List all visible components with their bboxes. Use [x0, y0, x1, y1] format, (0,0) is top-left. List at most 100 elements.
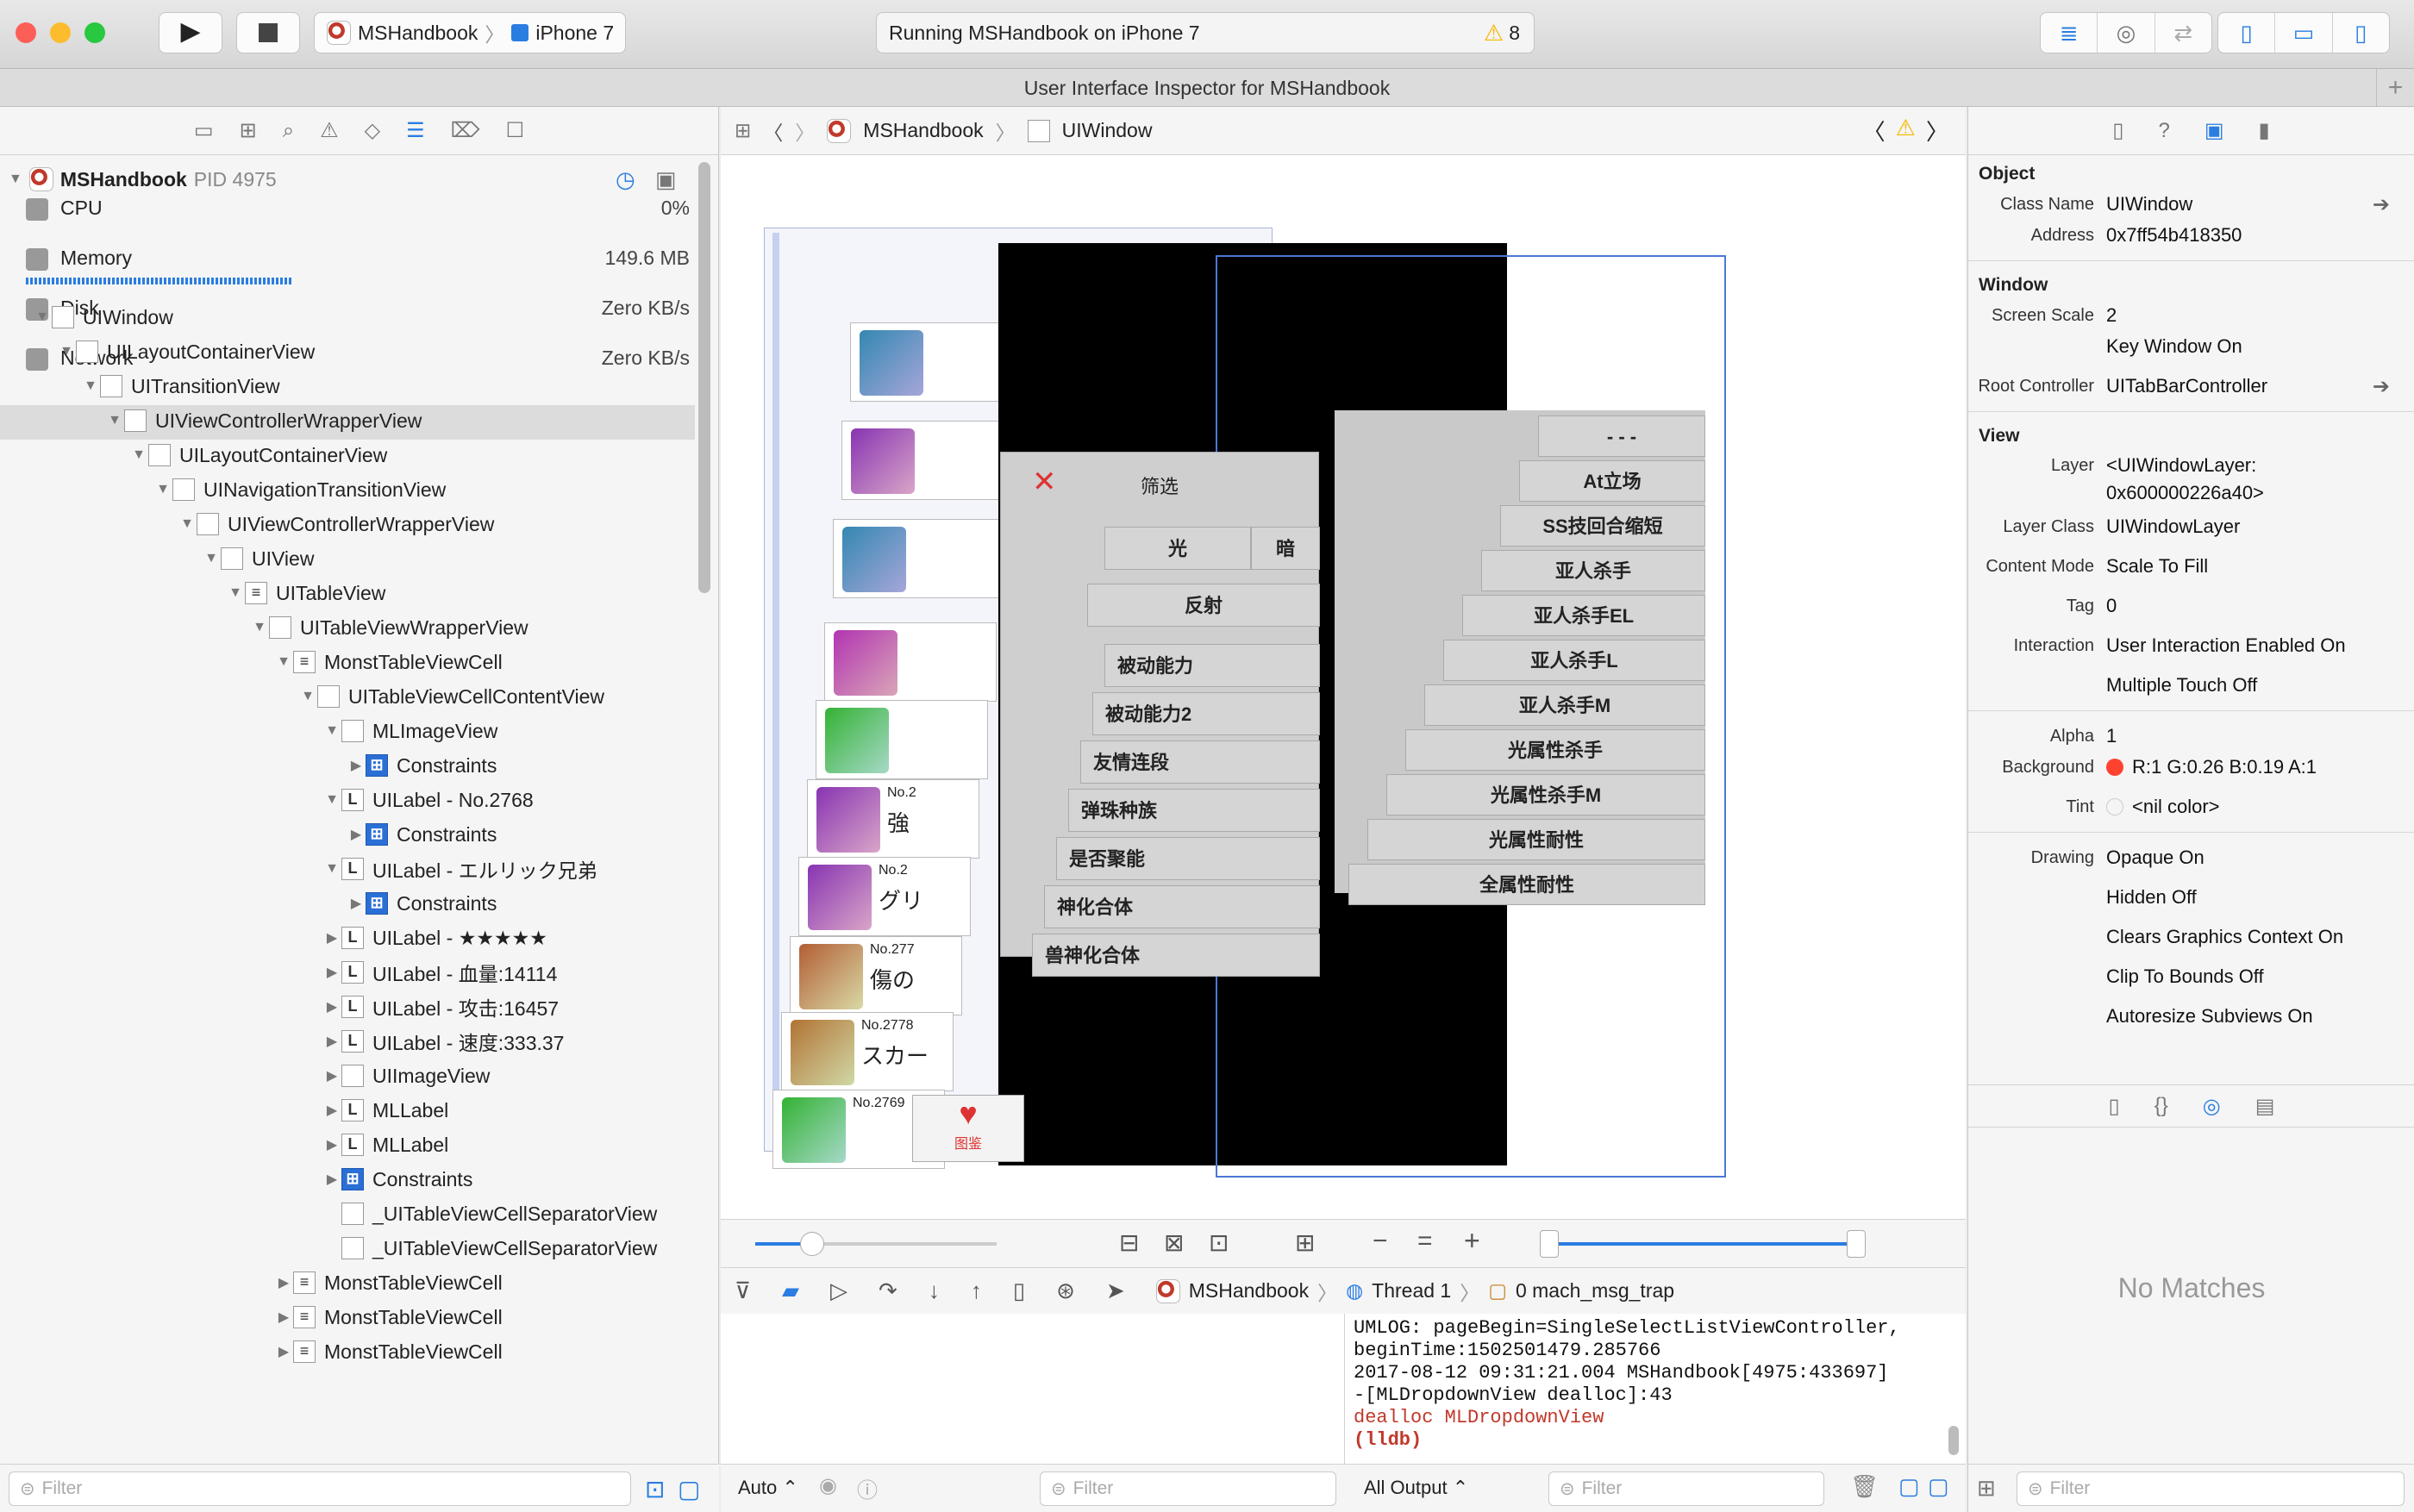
- version-editor-icon[interactable]: ⇄: [2155, 13, 2211, 53]
- navigator-toggle-icon[interactable]: ▯: [2218, 13, 2276, 53]
- report-icon[interactable]: ☐: [506, 118, 525, 143]
- disclosure-triangle-icon[interactable]: ▼: [105, 413, 124, 428]
- arrow-right-circle-icon[interactable]: ➔: [2373, 192, 2390, 217]
- tree-row[interactable]: ▶ ⊞ Constraints: [0, 748, 497, 783]
- disclosure-triangle-icon[interactable]: ▶: [274, 1309, 293, 1326]
- standard-editor-icon[interactable]: ≣: [2041, 13, 2098, 53]
- tree-row[interactable]: ▼ UIView: [0, 541, 314, 576]
- media-library-icon[interactable]: ▤: [2255, 1094, 2275, 1119]
- list-popup-item[interactable]: At立场: [1519, 460, 1705, 502]
- tree-row[interactable]: ▶ ⊞ Constraints: [0, 886, 497, 921]
- file-template-icon[interactable]: ▯: [2109, 1094, 2120, 1119]
- tree-row[interactable]: ▼ L UILabel - No.2768: [0, 783, 534, 817]
- list-popup-item[interactable]: 光属性杀手: [1405, 729, 1705, 771]
- tree-row[interactable]: ▶ ≡ MonstTableViewCell: [0, 1334, 503, 1369]
- table-cell-layer[interactable]: [841, 421, 1014, 500]
- object-inspector-icon[interactable]: ▣: [2204, 118, 2224, 143]
- zoom-window-button[interactable]: [84, 22, 105, 43]
- tree-row[interactable]: ▶ L MLLabel: [0, 1128, 448, 1162]
- console-scrollbar[interactable]: [1948, 1426, 1959, 1455]
- stop-button[interactable]: [236, 12, 300, 53]
- filter-item[interactable]: 友情连段: [1080, 740, 1320, 784]
- disclosure-triangle-icon[interactable]: ▶: [274, 1274, 293, 1291]
- tree-row[interactable]: ▶ L UILabel - ★★★★★: [0, 921, 547, 955]
- tree-row[interactable]: ▶ L UILabel - 速度:333.37: [0, 1024, 564, 1059]
- tree-row[interactable]: ▼ UILayoutContainerView: [0, 438, 387, 472]
- disclosure-triangle-icon[interactable]: ▶: [322, 964, 341, 981]
- disclosure-triangle-icon[interactable]: ▶: [347, 757, 366, 774]
- process-row[interactable]: ▼ MSHandbook PID 4975 ◷ ▣: [0, 162, 690, 197]
- show-constraints-icon[interactable]: ⊠: [1164, 1228, 1184, 1257]
- step-out-icon[interactable]: ↑: [971, 1278, 982, 1304]
- close-window-button[interactable]: [16, 22, 36, 43]
- table-cell-layer[interactable]: [833, 519, 1005, 598]
- gauge-memory[interactable]: Memory 149.6 MB: [26, 247, 690, 284]
- assistant-editor-icon[interactable]: ◎: [2098, 13, 2155, 53]
- disclosure-triangle-icon[interactable]: ▼: [178, 516, 197, 532]
- file-inspector-icon[interactable]: ▯: [2112, 118, 2123, 143]
- library-filter-field[interactable]: ⊜ Filter: [2017, 1471, 2405, 1506]
- disclosure-triangle-icon[interactable]: ▶: [322, 1033, 341, 1050]
- size-inspector-icon[interactable]: ▮: [2259, 118, 2270, 143]
- tree-row[interactable]: ▶ ⊞ Constraints: [0, 1162, 472, 1196]
- tree-row[interactable]: ▼ UITableViewWrapperView: [0, 610, 528, 645]
- grid-view-icon[interactable]: ⊞: [1977, 1475, 1996, 1502]
- back-icon[interactable]: 〈: [763, 116, 783, 146]
- list-popup-item[interactable]: 亚人杀手L: [1443, 640, 1705, 681]
- info-icon[interactable]: ⓘ: [857, 1473, 878, 1503]
- tree-row[interactable]: _UITableViewCellSeparatorView: [0, 1196, 657, 1231]
- tree-row[interactable]: ▼ UITransitionView: [0, 369, 280, 403]
- hide-debug-area-icon[interactable]: ⊽: [735, 1278, 751, 1304]
- variables-filter-field[interactable]: ⊜ Filter: [1040, 1471, 1336, 1506]
- zoom-reset-icon[interactable]: =: [1417, 1227, 1433, 1256]
- trash-icon[interactable]: 🗑: [1850, 1473, 1879, 1500]
- next-issue-icon[interactable]: 〉: [1926, 115, 1948, 147]
- zoom-out-icon[interactable]: −: [1373, 1227, 1388, 1256]
- tree-row[interactable]: ▼ UIWindow: [0, 300, 173, 334]
- view-debug-icon[interactable]: ▣: [655, 166, 677, 193]
- disclosure-triangle-icon[interactable]: ▼: [202, 551, 221, 566]
- disclosure-triangle-icon[interactable]: ▶: [322, 1102, 341, 1119]
- orient-icon[interactable]: ⊞: [1295, 1228, 1315, 1257]
- forward-icon[interactable]: 〉: [795, 116, 815, 146]
- disclosure-triangle-icon[interactable]: ▶: [347, 895, 366, 912]
- issue-icon[interactable]: ⚠: [320, 118, 339, 143]
- tree-row[interactable]: ▶ L MLLabel: [0, 1093, 448, 1128]
- debug-thread[interactable]: Thread 1: [1372, 1279, 1451, 1303]
- tree-row[interactable]: _UITableViewCellSeparatorView: [0, 1231, 657, 1265]
- auto-popup[interactable]: Auto ⌃: [738, 1477, 798, 1499]
- prev-issue-icon[interactable]: 〈: [1863, 115, 1886, 147]
- list-popup-item[interactable]: 亚人杀手M: [1424, 684, 1705, 726]
- disclosure-triangle-icon[interactable]: ▼: [226, 585, 245, 601]
- navigator-filter-field[interactable]: ⊜ Filter: [9, 1471, 631, 1506]
- disclosure-triangle-icon[interactable]: ▶: [322, 1171, 341, 1188]
- debug-area-toggle-icon[interactable]: ▭: [2275, 13, 2333, 53]
- range-slider-min[interactable]: [1540, 1230, 1559, 1258]
- disclosure-triangle-icon[interactable]: ▶: [347, 826, 366, 843]
- disclosure-triangle-icon[interactable]: ▶: [322, 998, 341, 1015]
- debug-icon[interactable]: ☰: [406, 118, 425, 143]
- add-tab-icon[interactable]: +: [2376, 69, 2414, 107]
- filter-item[interactable]: 神化合体: [1044, 885, 1320, 928]
- filter-item[interactable]: 被动能力2: [1092, 692, 1320, 735]
- list-popup-item[interactable]: 全属性耐性: [1348, 864, 1705, 905]
- tree-row[interactable]: ▶ L UILabel - 攻击:16457: [0, 990, 559, 1024]
- disclosure-triangle-icon[interactable]: ▼: [81, 378, 100, 394]
- list-popup-item[interactable]: 亚人杀手: [1481, 550, 1705, 591]
- disclosure-triangle-icon[interactable]: ▶: [322, 1067, 341, 1084]
- table-cell-layer[interactable]: No.2778 スカー: [781, 1012, 954, 1091]
- split-right-icon[interactable]: ▢: [1928, 1473, 1949, 1500]
- breakpoint-icon[interactable]: ⌦: [451, 118, 480, 143]
- tree-row[interactable]: ▼ ≡ UITableView: [0, 576, 385, 610]
- memory-graph-icon[interactable]: ⊛: [1056, 1278, 1075, 1304]
- object-library-icon[interactable]: ◎: [2203, 1094, 2221, 1119]
- tree-row[interactable]: ▶ UIImageView: [0, 1059, 490, 1093]
- output-popup[interactable]: All Output ⌃: [1364, 1477, 1468, 1499]
- clip-content-icon[interactable]: ⊟: [1119, 1228, 1139, 1257]
- filter-row-dark[interactable]: 暗: [1251, 527, 1320, 570]
- list-popup-item[interactable]: 光属性耐性: [1367, 819, 1705, 860]
- table-cell-layer[interactable]: No.2 グリ: [798, 857, 971, 936]
- tree-row[interactable]: ▶ ≡ MonstTableViewCell: [0, 1265, 503, 1300]
- gauge-cpu[interactable]: CPU 0%: [26, 197, 690, 231]
- breadcrumb-app[interactable]: MSHandbook: [863, 119, 983, 142]
